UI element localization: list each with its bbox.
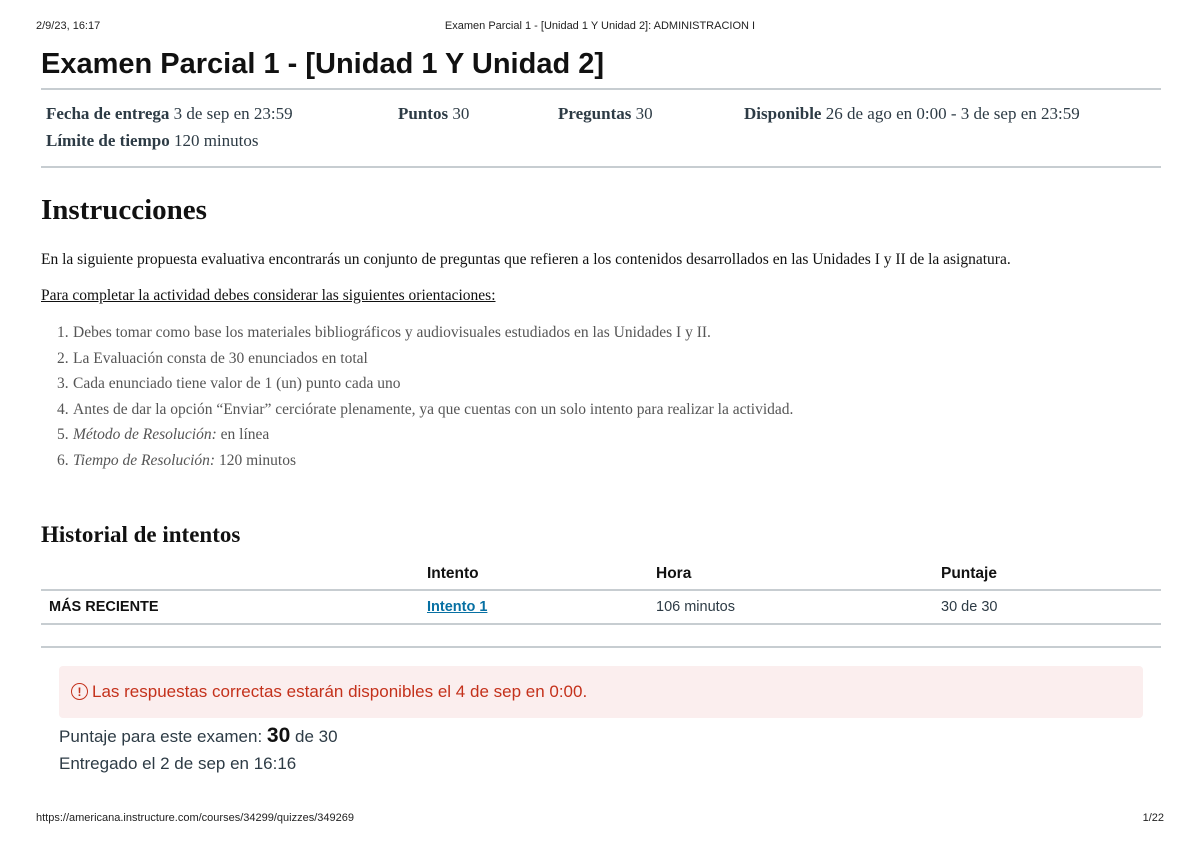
due-date-label: Fecha de entrega [46,104,170,123]
correct-answers-alert: ! Las respuestas correctas estarán dispo… [59,665,1143,718]
time-limit-value: 120 minutos [173,131,259,150]
list-item-emphasis: Método de Resolución: [73,426,217,444]
availability-label: Disponible [744,104,822,123]
list-item: 5. Método de Resolución: en línea [57,426,270,444]
points-value: 30 [452,104,470,123]
attempt-cell: Intento 1 [427,589,656,625]
column-header-score: Puntaje [941,559,1161,591]
score-value: 30 [266,723,291,747]
orientations-title: Para completar la actividad debes consid… [41,287,496,304]
list-item: 4. Antes de dar la opción “Enviar” cerció… [57,400,794,418]
attempt-row-label: MÁS RECIENTE [41,589,427,625]
attempts-table: Intento Hora Puntaje MÁS RECIENTE Intent… [41,559,1161,625]
score-suffix: de 30 [295,726,338,746]
questions-value: 30 [635,104,653,123]
table-header-row: Intento Hora Puntaje [41,559,1161,591]
list-item-text: Debes tomar como base los materiales bib… [73,324,711,341]
list-item: 1. Debes tomar como base los materiales b… [57,324,711,341]
quiz-content: Examen Parcial 1 - [Unidad 1 Y Unidad 2]… [41,44,1161,778]
attempt-score: 30 de 30 [941,589,1161,625]
page-number: 1/22 [1142,812,1164,824]
orientations-list: 1. Debes tomar como base los materiales b… [41,323,1161,477]
page-title: Examen Parcial 1 - [Unidad 1 Y Unidad 2] [41,48,605,80]
divider [41,645,1161,648]
due-date-value: 3 de sep en 23:59 [173,104,293,123]
attempt-link[interactable]: Intento 1 [427,599,487,615]
column-header-time: Hora [656,559,941,591]
history-heading: Historial de intentos [41,521,241,547]
quiz-details: Fecha de entrega 3 de sep en 23:59 Punto… [41,90,1161,166]
table-row: MÁS RECIENTE Intento 1 106 minutos 30 de… [41,589,1161,625]
points-label: Puntos [398,104,449,123]
list-item: 3. Cada enunciado tiene valor de 1 (un) p… [57,375,401,393]
print-url: https://americana.instructure.com/course… [36,812,354,824]
list-item: 2. La Evaluación consta de 30 enunciados … [57,349,368,367]
instructions-intro: En la siguiente propuesta evaluativa enc… [41,251,1011,268]
time-limit: Límite de tiempo 120 minutos [46,131,259,151]
due-date: Fecha de entrega 3 de sep en 23:59 [46,104,293,124]
column-header-empty [41,559,427,591]
attempt-time: 106 minutos [656,589,941,625]
time-limit-label: Límite de tiempo [46,131,170,150]
score-label: Puntaje para este examen: [59,726,263,746]
submitted-date: Entregado el 2 de sep en 16:16 [59,753,297,773]
list-item-emphasis: Tiempo de Resolución: [73,451,216,469]
warning-icon: ! [71,683,88,701]
list-item-text: Antes de dar la opción “Enviar” cercióra… [73,400,794,418]
print-document-title: Examen Parcial 1 - [Unidad 1 Y Unidad 2]… [444,20,756,32]
list-item: 6. Tiempo de Resolución: 120 minutos [57,451,297,469]
list-item-text: en línea [216,426,270,444]
list-item-text: Cada enunciado tiene valor de 1 (un) pun… [73,375,401,393]
availability: Disponible 26 de ago en 0:00 - 3 de sep … [744,104,1080,124]
print-header: 2/9/23, 16:17 Examen Parcial 1 - [Unidad… [36,20,1164,34]
questions: Preguntas 30 [558,104,653,124]
divider [41,166,1161,168]
print-footer: https://americana.instructure.com/course… [36,812,1164,826]
questions-label: Preguntas [558,104,632,123]
quiz-score: Puntaje para este examen: 30 de 30 [59,722,1161,750]
column-header-attempt: Intento [427,559,656,591]
list-item-text: 120 minutos [215,451,297,469]
list-item-text: La Evaluación consta de 30 enunciados en… [73,349,368,367]
availability-value: 26 de ago en 0:00 - 3 de sep en 23:59 [825,104,1080,123]
instructions-heading: Instrucciones [41,194,207,226]
points: Puntos 30 [398,104,469,124]
alert-text: Las respuestas correctas estarán disponi… [92,681,588,701]
